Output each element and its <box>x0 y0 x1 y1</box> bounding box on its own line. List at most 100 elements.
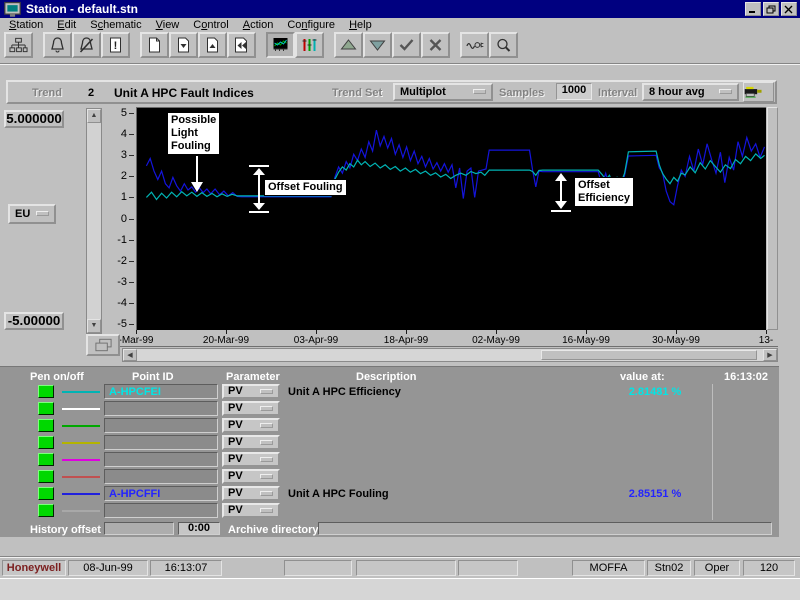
toolbar-group <box>4 32 33 58</box>
scroll-right-arrow[interactable]: ▶ <box>763 349 777 361</box>
toolbar: ! <box>0 32 800 62</box>
pen-toggle[interactable] <box>38 487 54 500</box>
annotation-offset-fouling: Offset Fouling <box>264 179 347 196</box>
archive-directory-field[interactable] <box>318 522 772 535</box>
point-id-field[interactable]: A-HPCFEI <box>104 384 218 399</box>
vertical-scrollbar[interactable]: ▲ ▼ <box>86 108 102 334</box>
status-empty-cell <box>356 560 456 576</box>
menu-control[interactable]: Control <box>186 19 235 31</box>
x-axis: -Mar-9920-Mar-9903-Apr-9918-Apr-9902-May… <box>100 330 778 347</box>
point-id-field[interactable] <box>104 401 218 416</box>
dropdown-bar-icon <box>260 423 273 428</box>
pen-toggle[interactable] <box>38 419 54 432</box>
message-button[interactable]: ! <box>101 32 130 58</box>
history-offset-field[interactable] <box>104 522 174 535</box>
plot-right-strip <box>767 107 778 330</box>
status-time: 16:13:07 <box>150 560 222 576</box>
dropdown-bar-icon <box>719 89 732 94</box>
trend-plot[interactable]: Possible Light Fouling Offset Fouling Of… <box>136 107 766 330</box>
samples-field[interactable]: 1000 <box>556 83 592 100</box>
pen-toggle[interactable] <box>38 470 54 483</box>
toolbar-group <box>460 32 518 58</box>
parameter-dropdown[interactable]: PV <box>222 401 280 416</box>
offset-time-field[interactable]: 0:00 <box>178 522 220 535</box>
pen-toggle[interactable] <box>38 453 54 466</box>
y-max-button[interactable]: 5.000000 <box>4 110 64 128</box>
dropdown-bar-icon <box>260 474 273 479</box>
trend-header: Trend 2 Unit A HPC Fault Indices Trend S… <box>6 80 777 104</box>
x-tick-mark <box>316 330 317 334</box>
toolbar-group <box>140 32 256 58</box>
page-blank-button[interactable] <box>140 32 169 58</box>
point-id-field[interactable] <box>104 418 218 433</box>
annotation-arrows <box>191 156 571 212</box>
dropdown-bar-icon <box>260 491 273 496</box>
pen-toggle[interactable] <box>38 385 54 398</box>
alarm-button[interactable] <box>43 32 72 58</box>
samples-label: Samples <box>499 87 544 99</box>
trend-number: 2 <box>88 87 94 99</box>
menu-station[interactable]: Station <box>2 19 50 31</box>
alarm-silence-button[interactable] <box>72 32 101 58</box>
page-down-button[interactable] <box>169 32 198 58</box>
menu-help[interactable]: Help <box>342 19 379 31</box>
parameter-dropdown[interactable]: PV <box>222 435 280 450</box>
lower-icon <box>368 36 387 54</box>
pen-color-sample <box>62 510 100 512</box>
close-button[interactable] <box>781 2 797 16</box>
menu-view[interactable]: View <box>149 19 187 31</box>
table-row: PV <box>0 435 779 452</box>
parameter-dropdown[interactable]: PV <box>222 418 280 433</box>
page-up-button[interactable] <box>198 32 227 58</box>
y-tick-mark <box>129 134 134 135</box>
point-id-field[interactable] <box>104 435 218 450</box>
eu-units-dropdown[interactable]: EU <box>8 204 56 224</box>
scroll-left-arrow[interactable]: ◀ <box>123 349 137 361</box>
parameter-dropdown[interactable]: PV <box>222 469 280 484</box>
trend-title: Unit A HPC Fault Indices <box>114 86 254 100</box>
scrollbar-thumb[interactable] <box>541 350 757 360</box>
parameter-dropdown[interactable]: PV <box>222 503 280 518</box>
y-tick-label: -3 <box>117 276 127 288</box>
x-tick-label: 13- <box>734 335 778 346</box>
pen-toggle[interactable] <box>38 402 54 415</box>
parameter-dropdown[interactable]: PV <box>222 384 280 399</box>
accept-button[interactable] <box>392 32 421 58</box>
parameter-dropdown[interactable]: PV <box>222 452 280 467</box>
trend-view-button[interactable] <box>266 32 295 58</box>
cancel-button[interactable] <box>421 32 450 58</box>
scroll-down-arrow[interactable]: ▼ <box>87 319 101 333</box>
find-button[interactable] <box>489 32 518 58</box>
header-pen: Pen on/off <box>30 371 84 383</box>
point-id-field[interactable]: A-HPCFFI <box>104 486 218 501</box>
menu-configure[interactable]: Configure <box>280 19 342 31</box>
pen-toggle[interactable] <box>38 504 54 517</box>
parameter-dropdown[interactable]: PV <box>222 486 280 501</box>
trend-set-dropdown[interactable]: Multiplot <box>393 83 493 101</box>
raise-button[interactable] <box>334 32 363 58</box>
restore-button[interactable] <box>763 2 779 16</box>
point-id-field[interactable] <box>104 469 218 484</box>
point-description: Unit A HPC Fouling <box>288 488 389 500</box>
y-min-button[interactable]: -5.00000 <box>4 312 64 330</box>
system-tree-button[interactable] <box>4 32 33 58</box>
point-id-field[interactable] <box>104 452 218 467</box>
table-row: PV <box>0 503 779 520</box>
group-view-button[interactable] <box>295 32 324 58</box>
point-id-field[interactable] <box>104 503 218 518</box>
trend-label: Trend <box>32 87 62 99</box>
horizontal-scrollbar[interactable]: ◀ ▶ <box>122 348 778 362</box>
lower-button[interactable] <box>363 32 392 58</box>
menu-schematic[interactable]: Schematic <box>83 19 148 31</box>
pen-toggle[interactable] <box>38 436 54 449</box>
menu-action[interactable]: Action <box>236 19 281 31</box>
page-detach-button[interactable] <box>86 334 120 356</box>
scroll-up-arrow[interactable]: ▲ <box>87 109 101 123</box>
page-previous-button[interactable] <box>227 32 256 58</box>
pen-color-sample <box>62 442 100 444</box>
minimize-button[interactable] <box>745 2 761 16</box>
menu-edit[interactable]: Edit <box>50 19 83 31</box>
interval-dropdown[interactable]: 8 hour avg <box>642 83 739 101</box>
print-trend-button[interactable] <box>743 82 774 102</box>
connect-button[interactable] <box>460 32 489 58</box>
